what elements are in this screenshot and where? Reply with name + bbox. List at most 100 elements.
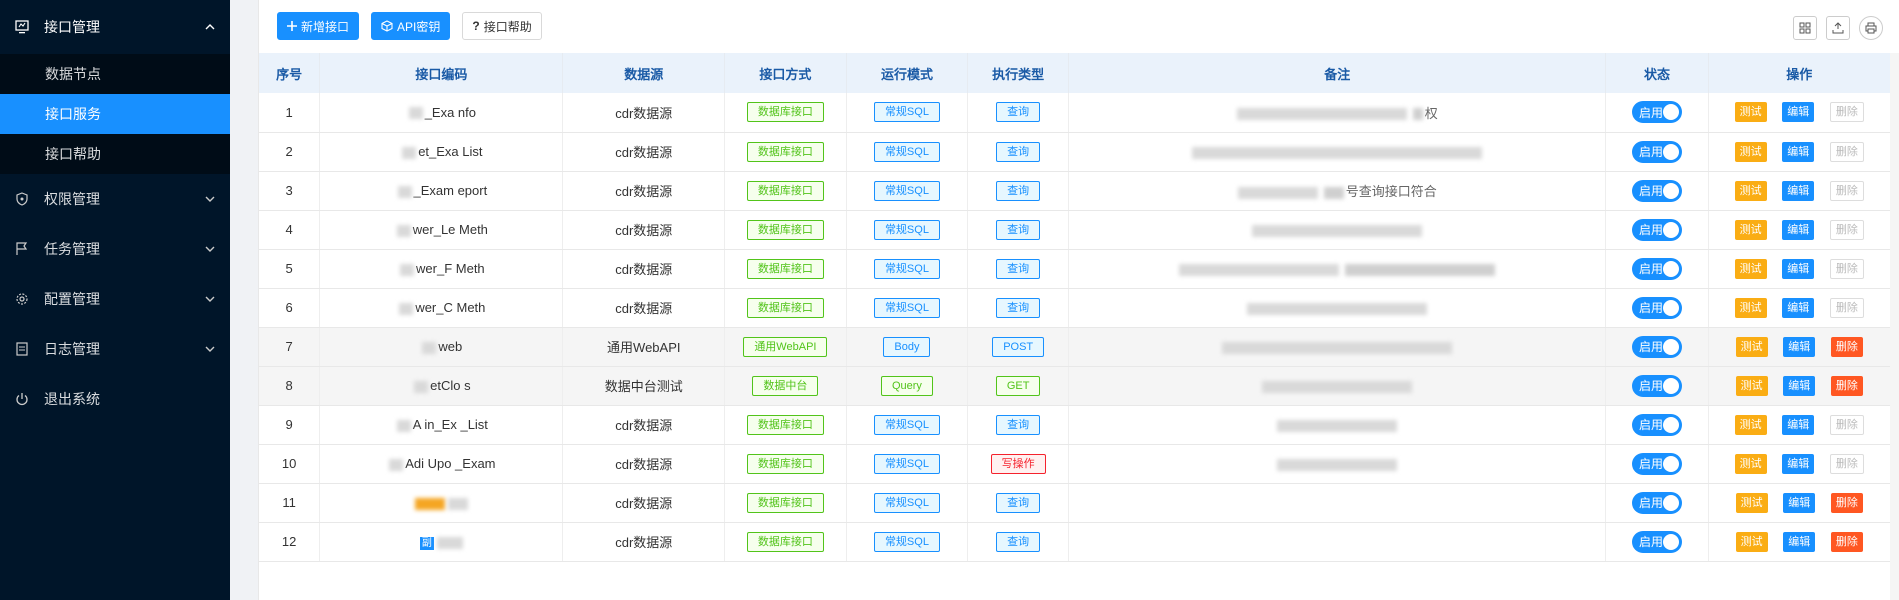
- method-tag: 数据库接口: [746, 102, 824, 123]
- cell-status: 启用: [1605, 93, 1709, 133]
- export-icon[interactable]: [1826, 16, 1850, 40]
- exec-tag: POST: [992, 336, 1045, 357]
- cell-mode: 常规SQL: [846, 132, 969, 172]
- status-toggle[interactable]: 启用: [1632, 452, 1683, 475]
- status-toggle[interactable]: 启用: [1632, 218, 1683, 241]
- delete-button[interactable]: 删除: [1830, 492, 1863, 513]
- delete-button[interactable]: 删除: [1830, 375, 1863, 396]
- cell-method: 数据库接口: [724, 249, 847, 289]
- test-button[interactable]: 测试: [1734, 414, 1767, 435]
- cell-status: 启用: [1605, 171, 1709, 211]
- test-button[interactable]: 测试: [1734, 297, 1767, 318]
- header-code[interactable]: 接口编码: [319, 53, 564, 93]
- monitor-icon: [14, 19, 30, 35]
- delete-button: 删除: [1829, 219, 1864, 240]
- header-source[interactable]: 数据源: [562, 53, 726, 93]
- redacted-text: [397, 185, 412, 198]
- api-key-button[interactable]: API密钥: [371, 12, 451, 40]
- header-remark[interactable]: 备注: [1068, 53, 1607, 93]
- menu-group-task[interactable]: 任务管理: [0, 224, 230, 274]
- exec-tag: 查询: [996, 414, 1041, 435]
- edit-button[interactable]: 编辑: [1782, 102, 1815, 123]
- test-button[interactable]: 测试: [1734, 102, 1767, 123]
- test-button[interactable]: 测试: [1735, 531, 1768, 552]
- status-toggle[interactable]: 启用: [1632, 530, 1683, 553]
- delete-button: 删除: [1829, 414, 1864, 435]
- add-interface-button[interactable]: 新增接口: [277, 12, 360, 40]
- cell-status: 启用: [1605, 483, 1709, 523]
- cell-status: 启用: [1605, 405, 1709, 445]
- test-button[interactable]: 测试: [1735, 492, 1768, 513]
- toggle-knob: [1663, 455, 1680, 472]
- columns-icon[interactable]: [1793, 16, 1817, 40]
- table-tools: [1784, 16, 1883, 40]
- cell-exec: 查询: [967, 288, 1070, 328]
- status-toggle[interactable]: 启用: [1632, 413, 1683, 436]
- cell-mode: Query: [846, 366, 969, 406]
- edit-button[interactable]: 编辑: [1782, 180, 1815, 201]
- cell-actions: 测试 编辑 删除: [1708, 405, 1892, 445]
- delete-button[interactable]: 删除: [1830, 336, 1863, 357]
- cell-code: web: [319, 327, 564, 367]
- status-toggle[interactable]: 启用: [1632, 101, 1683, 124]
- menu-group-permission[interactable]: 权限管理: [0, 174, 230, 224]
- cell-actions: 测试 编辑 删除: [1708, 210, 1892, 250]
- test-button[interactable]: 测试: [1735, 375, 1768, 396]
- remark-text: 号查询接口符合: [1345, 184, 1437, 199]
- header-no[interactable]: 序号: [259, 53, 321, 93]
- header-mode[interactable]: 运行模式: [846, 53, 969, 93]
- code-text: 副: [419, 537, 434, 550]
- test-button[interactable]: 测试: [1734, 180, 1767, 201]
- delete-button[interactable]: 删除: [1830, 531, 1863, 552]
- status-toggle[interactable]: 启用: [1632, 491, 1683, 514]
- edit-button[interactable]: 编辑: [1782, 297, 1815, 318]
- status-toggle[interactable]: 启用: [1632, 179, 1683, 202]
- test-button[interactable]: 测试: [1734, 141, 1767, 162]
- edit-button[interactable]: 编辑: [1782, 453, 1815, 474]
- mode-tag: 常规SQL: [873, 141, 940, 162]
- exec-tag: 查询: [996, 102, 1041, 123]
- menu-group-config[interactable]: 配置管理: [0, 274, 230, 324]
- edit-button[interactable]: 编辑: [1782, 219, 1815, 240]
- edit-button[interactable]: 编辑: [1783, 375, 1816, 396]
- cell-source: 通用WebAPI: [562, 327, 726, 367]
- status-toggle[interactable]: 启用: [1632, 374, 1683, 397]
- cell-method: 数据库接口: [724, 288, 847, 328]
- chevron-down-icon: [204, 343, 216, 355]
- test-button[interactable]: 测试: [1734, 258, 1767, 279]
- header-method[interactable]: 接口方式: [724, 53, 847, 93]
- redacted-text: [396, 224, 411, 237]
- table-row: 1 _Exa nfo cdr数据源 数据库接口 常规SQL 查询 权 启用 测试…: [259, 93, 1892, 133]
- redacted-text: [1179, 263, 1340, 276]
- cell-method: 数据库接口: [724, 483, 847, 523]
- test-button[interactable]: 测试: [1735, 336, 1768, 357]
- edit-button[interactable]: 编辑: [1782, 141, 1815, 162]
- status-toggle[interactable]: 启用: [1632, 296, 1683, 319]
- cell-method: 数据中台: [724, 366, 847, 406]
- edit-button[interactable]: 编辑: [1783, 492, 1816, 513]
- header-exec[interactable]: 执行类型: [967, 53, 1070, 93]
- edit-button[interactable]: 编辑: [1783, 336, 1816, 357]
- menu-item-logout[interactable]: 退出系统: [0, 374, 230, 424]
- interface-help-button[interactable]: ? 接口帮助: [462, 12, 542, 40]
- menu-group-interface[interactable]: 接口管理: [0, 0, 230, 54]
- test-button[interactable]: 测试: [1734, 453, 1767, 474]
- edit-button[interactable]: 编辑: [1782, 414, 1815, 435]
- status-label: 启用: [1639, 457, 1664, 471]
- status-toggle[interactable]: 启用: [1632, 140, 1683, 163]
- sidebar-item-interface-service[interactable]: 接口服务: [0, 94, 230, 134]
- edit-button[interactable]: 编辑: [1782, 258, 1815, 279]
- cell-code: _Exa nfo: [319, 93, 564, 133]
- status-toggle[interactable]: 启用: [1632, 257, 1683, 280]
- cell-exec: 查询: [967, 522, 1070, 562]
- sidebar-item-interface-help[interactable]: 接口帮助: [0, 134, 230, 174]
- test-button[interactable]: 测试: [1734, 219, 1767, 240]
- edit-button[interactable]: 编辑: [1783, 531, 1816, 552]
- print-icon[interactable]: [1859, 16, 1883, 40]
- menu-group-log[interactable]: 日志管理: [0, 324, 230, 374]
- header-status[interactable]: 状态: [1605, 53, 1709, 93]
- scrollbar[interactable]: [1890, 53, 1899, 600]
- cell-remark: [1068, 288, 1607, 328]
- status-toggle[interactable]: 启用: [1632, 335, 1683, 358]
- sidebar-item-data-node[interactable]: 数据节点: [0, 54, 230, 94]
